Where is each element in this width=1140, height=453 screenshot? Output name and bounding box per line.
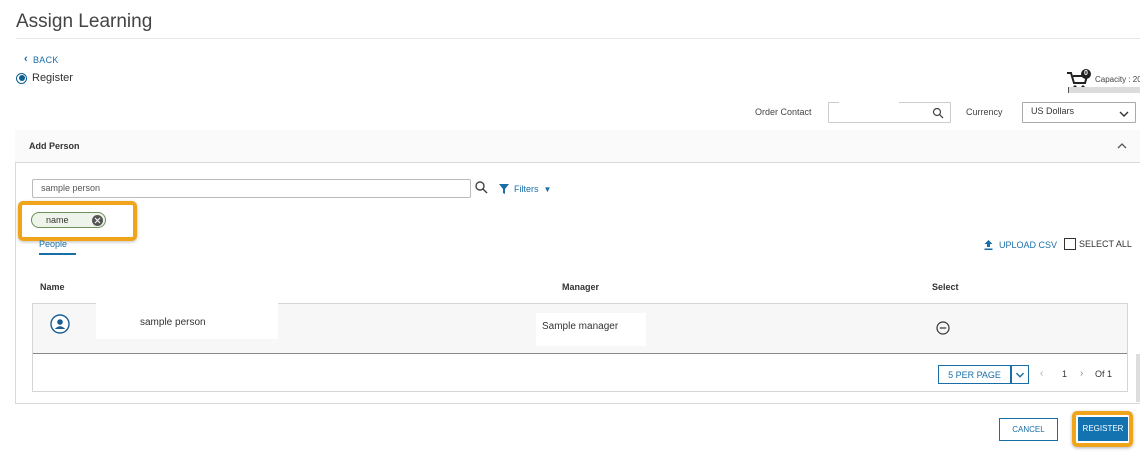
filters-toggle[interactable]: Filters ▼ [499, 184, 551, 194]
column-header-name[interactable]: Name [40, 282, 65, 292]
checkbox-icon[interactable] [1064, 238, 1076, 250]
chevron-left-icon[interactable]: ‹ [1040, 368, 1043, 379]
back-label: BACK [32, 54, 59, 65]
chevron-left-icon: ‹ [24, 53, 28, 65]
chevron-down-icon[interactable] [1011, 365, 1029, 384]
select-all[interactable]: SELECT ALL [1064, 238, 1132, 250]
search-icon[interactable] [932, 107, 944, 119]
title-divider [16, 38, 1140, 39]
upload-csv-label: UPLOAD CSV [999, 240, 1058, 250]
cancel-button[interactable]: CANCEL [999, 418, 1058, 441]
person-search-input[interactable]: sample person [32, 179, 471, 198]
register-radio[interactable]: Register [16, 72, 73, 84]
manager-name: Sample manager [542, 321, 619, 332]
capacity-bar [1068, 87, 1140, 93]
tab-people[interactable]: People [39, 239, 76, 255]
register-button[interactable]: REGISTER [1078, 417, 1128, 441]
search-icon[interactable] [474, 180, 488, 194]
currency-select[interactable]: US Dollars [1022, 102, 1136, 123]
close-icon[interactable] [92, 215, 103, 226]
currency-value: US Dollars [1031, 106, 1075, 116]
search-value: sample person [41, 183, 101, 193]
panel-title: Add Person [29, 141, 80, 151]
order-contact-label: Order Contact [755, 107, 812, 117]
back-link[interactable]: ‹ BACK [24, 54, 59, 65]
select-all-label: SELECT ALL [1079, 239, 1132, 249]
filters-label: Filters [514, 184, 539, 194]
page-title: Assign Learning [16, 11, 153, 32]
caret-down-icon: ▼ [543, 184, 552, 194]
cart-badge: 0 [1081, 69, 1091, 79]
user-avatar-icon [50, 314, 70, 334]
scrollbar[interactable] [1136, 354, 1140, 402]
current-page: 1 [1062, 369, 1068, 379]
add-person-panel-header[interactable] [15, 130, 1140, 163]
filter-chip: name [31, 212, 106, 228]
chevron-down-icon [1119, 111, 1129, 117]
upload-csv-button[interactable]: UPLOAD CSV [984, 240, 1057, 250]
filter-icon [499, 184, 509, 194]
column-header-select: Select [932, 282, 959, 292]
chevron-up-icon[interactable] [1116, 141, 1128, 151]
column-header-manager[interactable]: Manager [562, 282, 599, 292]
upload-icon [984, 240, 993, 250]
currency-label: Currency [966, 107, 1003, 117]
per-page-select[interactable]: 5 PER PAGE [938, 365, 1011, 384]
filter-chip-label: name [46, 215, 69, 225]
chevron-right-icon[interactable]: › [1080, 368, 1083, 379]
person-name: sample person [140, 317, 206, 328]
remove-icon[interactable] [936, 321, 950, 335]
page-total: Of 1 [1095, 369, 1113, 379]
register-radio-label: Register [32, 72, 73, 84]
capacity-label: Capacity : 20 [1095, 75, 1140, 84]
radio-selected-icon [16, 72, 27, 84]
order-contact-input[interactable] [828, 101, 951, 123]
